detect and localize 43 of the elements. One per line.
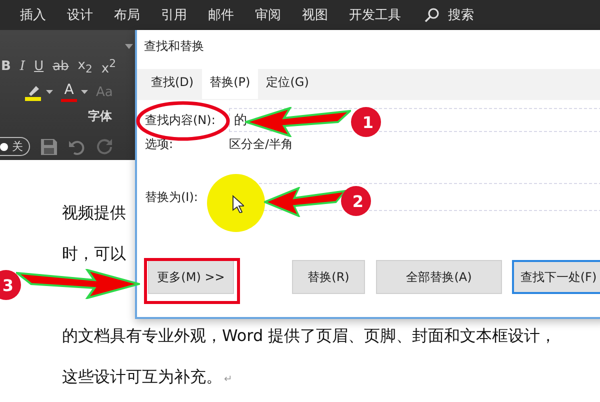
dialog-title: 查找和替换: [143, 38, 205, 55]
step-badge: 3: [0, 270, 21, 300]
menu-item[interactable]: 插入: [20, 6, 46, 24]
highlight-button[interactable]: [24, 83, 42, 102]
caret-icon[interactable]: [125, 44, 133, 49]
format-button[interactable]: ab: [52, 59, 69, 74]
tab[interactable]: 定位(G): [258, 68, 317, 99]
options-label: 选项:: [145, 136, 174, 153]
format-button[interactable]: B: [1, 59, 11, 74]
dialog-button[interactable]: 更多(M) >>: [148, 260, 234, 294]
search-icon[interactable]: [424, 7, 440, 23]
caret-icon[interactable]: [81, 90, 88, 94]
cursor-icon: [232, 195, 244, 213]
menu-item[interactable]: 引用: [161, 6, 187, 24]
toggle-switch[interactable]: 关: [0, 137, 30, 156]
paragraph-line: 时，可以: [62, 244, 126, 263]
font-color-button[interactable]: A: [61, 82, 77, 102]
paragraph-mark: ↵: [224, 374, 232, 385]
save-icon[interactable]: [40, 138, 58, 156]
format-button[interactable]: x$^{2}$: [101, 57, 116, 76]
dialog-button[interactable]: 替换(R): [292, 260, 365, 294]
paragraph-line: 的文档具有专业外观，Word 提供了页眉、页脚、封面和文本框设计，: [62, 325, 558, 347]
menu-item[interactable]: 布局: [114, 6, 140, 24]
menu-item[interactable]: 审阅: [255, 6, 281, 24]
menu-item[interactable]: 视图: [302, 6, 328, 24]
dialog-button[interactable]: 查找下一处(F): [512, 260, 600, 294]
menu-item[interactable]: 设计: [67, 6, 93, 24]
menu-item[interactable]: 邮件: [208, 6, 234, 24]
format-button[interactable]: x$_{2}$: [78, 58, 92, 76]
menu-item[interactable]: 开发工具: [349, 6, 401, 24]
format-button[interactable]: U: [34, 59, 44, 74]
field-label: 替换为(I):: [145, 188, 199, 206]
paragraph-line: 视频提供: [62, 203, 126, 222]
cursor-highlight: [207, 174, 265, 232]
dialog-button[interactable]: 全部替换(A): [376, 260, 502, 294]
field-label: 查找内容(N):: [145, 112, 216, 128]
group-label: 字体: [88, 108, 113, 126]
paragraph-line: 这些设计可互为补充。: [62, 367, 222, 386]
caret-icon[interactable]: [46, 90, 53, 94]
format-button[interactable]: I: [20, 59, 26, 74]
options-value: 区分全/半角: [229, 136, 294, 153]
search-label[interactable]: 搜索: [448, 6, 474, 24]
tab[interactable]: 查找(D): [143, 68, 202, 99]
